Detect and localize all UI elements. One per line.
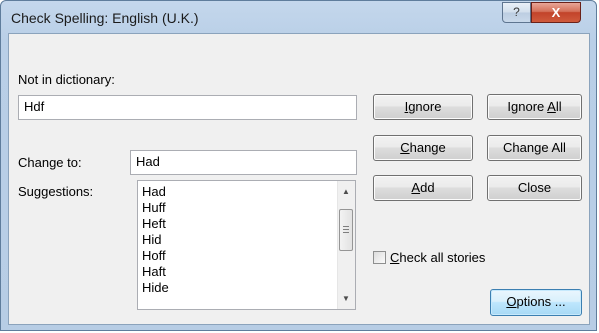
ignore-button[interactable]: Ignore bbox=[373, 94, 473, 120]
grip-line bbox=[343, 229, 349, 230]
suggestion-item[interactable]: Had bbox=[142, 184, 169, 200]
not-in-dictionary-value: Hdf bbox=[24, 99, 45, 114]
grip-line bbox=[343, 226, 349, 227]
spelling-dialog: Check Spelling: English (U.K.) ? X Not i… bbox=[0, 0, 597, 331]
change-button[interactable]: Change bbox=[373, 135, 473, 161]
dialog-title: Check Spelling: English (U.K.) bbox=[11, 10, 199, 26]
ignore-all-button[interactable]: Ignore All bbox=[487, 94, 582, 120]
add-button[interactable]: Add bbox=[373, 175, 473, 201]
change-all-button[interactable]: Change All bbox=[487, 135, 582, 161]
suggestion-item[interactable]: Heft bbox=[142, 216, 169, 232]
close-window-button[interactable]: X bbox=[531, 2, 581, 23]
grip-line bbox=[343, 232, 349, 233]
scroll-up-icon[interactable]: ▲ bbox=[338, 183, 354, 200]
options-button[interactable]: Options ... bbox=[490, 289, 582, 316]
suggestion-item[interactable]: Hide bbox=[142, 280, 169, 296]
suggestion-item[interactable]: Huff bbox=[142, 200, 169, 216]
scroll-down-icon[interactable]: ▼ bbox=[338, 290, 354, 307]
check-all-stories-checkbox[interactable] bbox=[373, 251, 386, 264]
suggestion-item[interactable]: Hoff bbox=[142, 248, 169, 264]
dialog-body: Not in dictionary: Hdf Change to: Had Su… bbox=[8, 33, 590, 325]
suggestions-list[interactable]: Had Huff Heft Hid Hoff Haft Hide ▲ ▼ bbox=[137, 180, 356, 310]
suggestions-scrollbar[interactable]: ▲ ▼ bbox=[337, 181, 355, 309]
not-in-dictionary-field[interactable]: Hdf bbox=[18, 95, 357, 120]
close-button[interactable]: Close bbox=[487, 175, 582, 201]
help-icon: ? bbox=[513, 5, 520, 19]
help-button[interactable]: ? bbox=[502, 2, 531, 23]
title-bar[interactable]: Check Spelling: English (U.K.) ? X bbox=[1, 1, 596, 32]
check-all-stories-label[interactable]: Check all stories bbox=[390, 250, 485, 265]
suggestion-item[interactable]: Haft bbox=[142, 264, 169, 280]
suggestions-label: Suggestions: bbox=[18, 184, 94, 199]
change-to-label: Change to: bbox=[18, 155, 82, 170]
close-icon: X bbox=[551, 5, 561, 20]
not-in-dictionary-label: Not in dictionary: bbox=[18, 72, 115, 87]
change-to-field[interactable]: Had bbox=[130, 150, 357, 175]
suggestion-item[interactable]: Hid bbox=[142, 232, 169, 248]
scroll-thumb[interactable] bbox=[339, 209, 353, 251]
change-to-value: Had bbox=[136, 154, 160, 169]
